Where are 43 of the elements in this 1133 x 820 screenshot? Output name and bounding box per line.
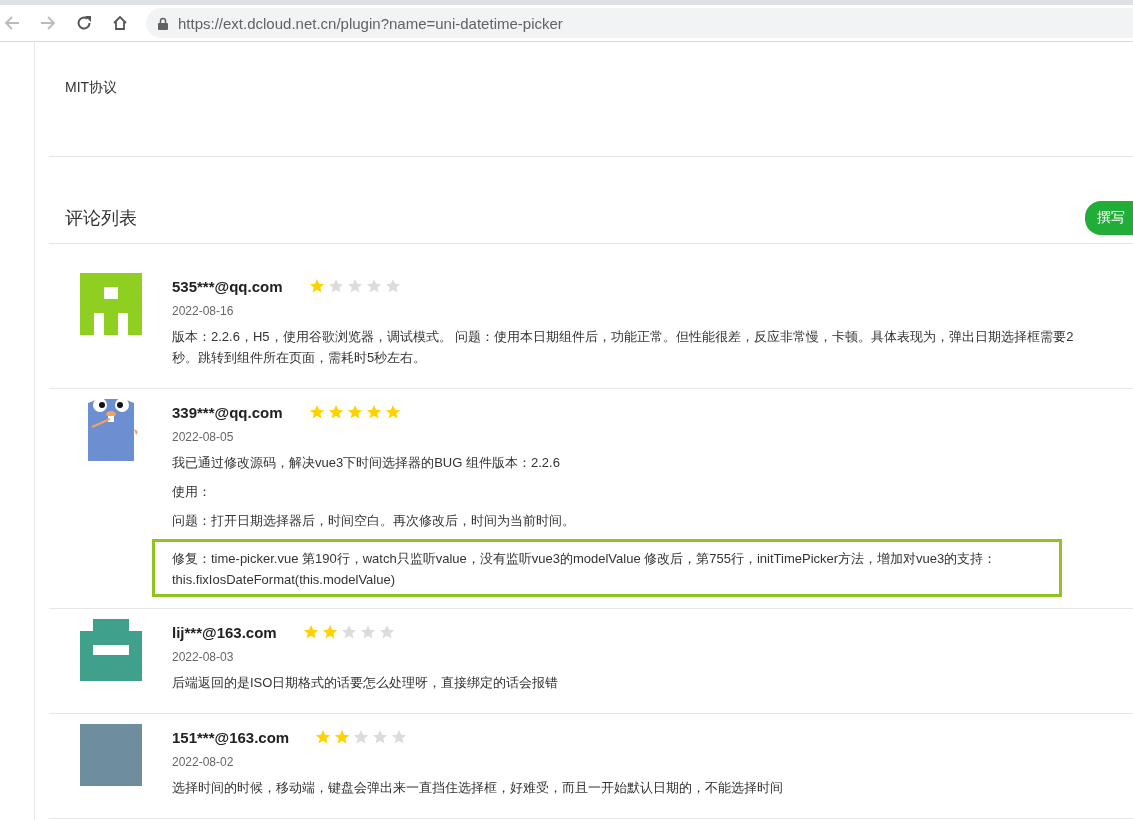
comment-text: 使用：: [172, 483, 212, 501]
comment-text: 后端返回的是ISO日期格式的话要怎么处理呀，直接绑定的话会报错: [172, 674, 560, 692]
star-filled-icon: [308, 404, 325, 420]
star-empty-icon: [378, 624, 395, 640]
highlighted-comment-text: 修复：time-picker.vue 第190行，watch只监听value，没有监听vue3的modelValue 修改后，第755行，initTimePicker方法，增加对vue3的支持：this.fixIosDateFormat(this.modelValue): [152, 539, 1062, 597]
lock-icon: [158, 16, 168, 30]
comment-text: 我已通过修改源码，解决vue3下时间选择器的BUG 组件版本：2.2.6: [172, 454, 561, 472]
star-empty-icon: [372, 729, 389, 745]
star-empty-icon: [340, 624, 357, 640]
star-filled-icon: [334, 729, 351, 745]
section-heading: 评论列表: [65, 207, 137, 230]
write-review-button[interactable]: 撰写: [1085, 201, 1133, 235]
comment-text: 版本：2.2.6，H5，使用谷歌浏览器，调试模式。 问题：使用本日期组件后，功能正常。但性能很差，反应非常慢，卡顿。具体表现为，弹出日期选择框需要2秒。跳转到组件所在页面，需耗时5秒左右。: [172, 328, 1075, 367]
star-filled-icon: [315, 729, 332, 745]
star-filled-icon: [384, 404, 401, 420]
username: 339***@qq.com: [172, 403, 283, 421]
address-bar[interactable]: https://ext.dcloud.net.cn/plugin?name=uni-datetime-picker: [146, 8, 1133, 38]
username: 151***@163.com: [172, 728, 290, 746]
star-empty-icon: [365, 278, 382, 294]
comment-text: 选择时间的时候，移动端，键盘会弹出来一直挡住选择框，好难受，而且一开始默认日期的，不能选择时间: [172, 779, 784, 797]
star-filled-icon: [308, 278, 325, 294]
url-text: https://ext.dcloud.net.cn/plugin?name=uni-datetime-picker: [178, 14, 563, 32]
username: lij***@163.com: [172, 623, 277, 641]
username: 535***@qq.com: [172, 277, 283, 295]
comment-text: 问题：打开日期选择器后，时间空白。再次修改后，时间为当前时间。: [172, 512, 576, 530]
comment-date: 2022-08-02: [172, 755, 235, 769]
star-empty-icon: [353, 729, 370, 745]
comment-date: 2022-08-16: [172, 304, 235, 318]
star-filled-icon: [302, 624, 319, 640]
star-empty-icon: [346, 278, 363, 294]
reload-icon[interactable]: [76, 15, 92, 31]
star-filled-icon: [321, 624, 338, 640]
home-icon[interactable]: [112, 15, 128, 31]
star-filled-icon: [346, 404, 363, 420]
comment-date: 2022-08-05: [172, 430, 235, 444]
star-filled-icon: [327, 404, 344, 420]
star-empty-icon: [327, 278, 344, 294]
star-filled-icon: [365, 404, 382, 420]
star-empty-icon: [384, 278, 401, 294]
license-text: MIT协议: [65, 78, 119, 97]
comment-date: 2022-08-03: [172, 650, 235, 664]
star-empty-icon: [359, 624, 376, 640]
star-empty-icon: [391, 729, 408, 745]
